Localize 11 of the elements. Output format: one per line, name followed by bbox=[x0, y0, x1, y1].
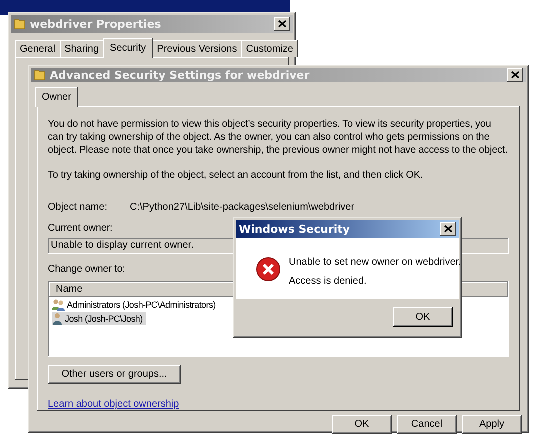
change-owner-label: Change owner to: bbox=[48, 263, 126, 276]
instruction-text: To try taking ownership of the object, select an account from the list, and then click OK. bbox=[48, 169, 424, 182]
window-title: Advanced Security Settings for webdriver bbox=[50, 68, 311, 82]
object-name-label: Object name: bbox=[48, 202, 108, 213]
error-detail: Access is denied. bbox=[289, 276, 368, 287]
dialog-title: Windows Security bbox=[239, 222, 352, 236]
error-message: Unable to set new owner on webdriver. bbox=[289, 257, 462, 268]
object-name-value: C:\Python27\Lib\site-packages\selenium\webdriver bbox=[130, 202, 355, 213]
current-owner-label: Current owner: bbox=[48, 222, 113, 235]
permission-message: You do not have permission to view this object’s security properties. To view its security properties, you can try taking ownership of the object. As the owner, you can also control who gets permissions on the object. Please note that once you take ownership, the previous owner might not have access to the object. bbox=[48, 118, 509, 157]
window-title: webdriver Properties bbox=[30, 18, 162, 30]
